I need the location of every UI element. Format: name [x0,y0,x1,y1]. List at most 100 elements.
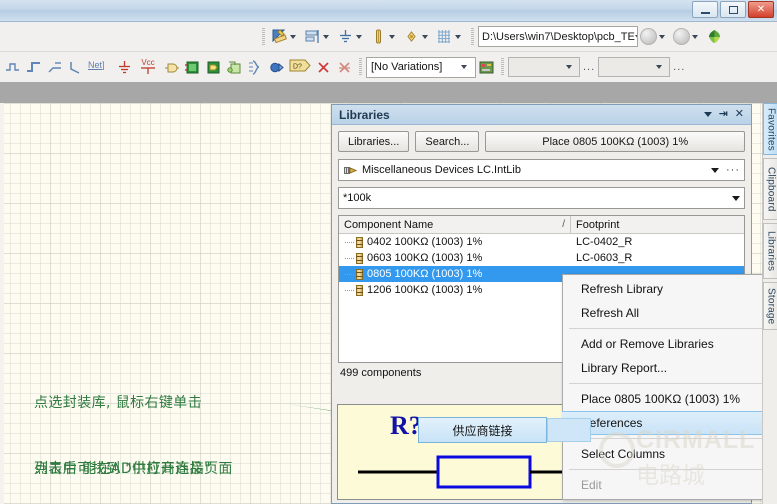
menu-item-label: Refresh All [581,306,640,320]
svg-text:D?: D? [293,63,302,70]
filter-combo-1-more[interactable]: ... [583,61,595,73]
place-harness-button[interactable] [246,55,265,79]
resistor-part-icon [370,28,387,45]
submenu-item-supplier-link[interactable]: 供应商链接 [418,417,547,443]
chevron-down-icon[interactable] [290,34,296,39]
toolbar-grip-3[interactable] [359,58,362,76]
column-header-footprint[interactable]: Footprint [571,216,744,233]
place-wire-button[interactable] [3,55,22,79]
chevron-down-icon[interactable] [323,34,329,39]
chevron-down-icon[interactable] [455,34,461,39]
toolbar-primary: D:\Users\win7\Desktop\pcb_TE [0,22,777,52]
chevron-down-icon[interactable] [389,34,395,39]
side-tab-libraries[interactable]: Libraries [763,223,777,279]
maximize-button[interactable] [720,1,746,18]
component-designator-label: R? [390,411,422,440]
toolbar-utilities-component[interactable] [369,25,400,49]
cell-component-name: 0603 100KΩ (1003) 1% [339,250,571,266]
cell-component-name: 1206 100KΩ (1003) 1% [339,282,571,298]
bus-entry-icon [46,59,63,76]
toolbar-utilities-alignment[interactable] [303,25,334,49]
chevron-down-icon[interactable] [711,167,719,173]
place-vcc-button[interactable]: Vcc [136,55,160,79]
chevron-down-icon[interactable] [656,65,663,69]
pcb-board-button[interactable] [477,55,496,79]
chevron-down-icon[interactable] [692,34,698,39]
library-selector[interactable]: Miscellaneous Devices LC.IntLib ··· [338,159,745,181]
context-menu-item[interactable]: Add or Remove Libraries [563,332,776,356]
menu-item-label: Select Columns [581,447,666,461]
toolbar-grip[interactable] [262,27,265,46]
toolbar-utilities-drawing[interactable] [270,25,301,49]
filter-combo-2-more[interactable]: ... [673,61,685,73]
chevron-down-icon[interactable] [659,34,665,39]
place-bus-entry-button[interactable] [45,55,64,79]
place-line-button[interactable] [66,55,85,79]
place-gnd-button[interactable] [115,55,134,79]
table-row[interactable]: 0402 100KΩ (1003) 1% LC-0402_R [339,234,744,250]
pin-panel-icon[interactable]: ⇥ [719,109,728,120]
side-tab-storage[interactable]: Storage [763,282,777,330]
bus-icon [25,59,42,76]
place-net-label-button[interactable]: Net] [87,55,113,79]
chevron-down-icon[interactable] [634,34,637,39]
sheet-symbol-icon [184,59,201,76]
context-menu-item[interactable]: Place 0805 100KΩ (1003) 1% [563,387,776,411]
chevron-down-icon[interactable] [461,65,467,69]
chevron-down-icon[interactable] [356,34,362,39]
navigate-forward-button[interactable] [672,25,703,49]
close-panel-icon[interactable]: ✕ [735,109,744,120]
place-bus-button[interactable] [24,55,43,79]
place-part-button[interactable] [162,55,181,79]
project-path-field[interactable]: D:\Users\win7\Desktop\pcb_TE [478,26,638,47]
cell-footprint: LC-0402_R [576,236,633,248]
chevron-down-icon[interactable] [732,195,740,201]
column-header-label: Footprint [576,218,620,231]
component-filter-input[interactable]: *100k [338,187,745,209]
place-no-erc-button[interactable] [314,55,333,79]
context-menu-item[interactable]: Select Columns [563,442,776,466]
table-row[interactable]: 0603 100KΩ (1003) 1% LC-0603_R [339,250,744,266]
port-icon [268,59,285,76]
minimize-button[interactable] [692,1,718,18]
navigate-back-button[interactable] [639,25,670,49]
close-button[interactable]: ✕ [748,1,774,18]
toolbar-grip-2[interactable] [471,27,474,46]
context-menu-item[interactable]: References [562,411,777,435]
toolbar-utilities-power[interactable] [336,25,367,49]
place-sheet-symbol-button[interactable] [183,55,202,79]
context-menu-item[interactable]: Refresh All [563,301,776,325]
no-erc-x-icon [315,59,332,76]
chevron-down-icon[interactable] [566,65,572,69]
place-compile-mask-button[interactable] [335,55,354,79]
toolbar-grid-selector[interactable] [435,25,466,49]
submenu-backdrop [547,418,591,442]
chevron-down-icon[interactable] [422,34,428,39]
context-menu-items: Refresh Library Refresh All Add or Remove … [562,277,777,497]
library-options-ellipsis[interactable]: ··· [726,164,740,176]
place-port-button[interactable] [267,55,286,79]
side-tab-favorites[interactable]: Favorites [763,103,777,155]
context-menu[interactable]: Refresh Library Refresh All Add or Remove … [562,274,777,500]
libraries-button[interactable]: Libraries... [338,131,410,152]
place-designator-button[interactable]: D? [288,55,312,79]
place-sheet-entry-button[interactable] [204,55,223,79]
filter-combo-2[interactable] [598,57,671,77]
component-name-label: 0805 100KΩ (1003) 1% [367,268,483,280]
panel-dropdown-icon[interactable] [703,112,712,117]
variations-select[interactable]: [No Variations] [366,56,476,78]
filter-combo-1[interactable] [508,57,580,77]
altium-vault-button[interactable] [705,25,724,49]
toolbar-utilities-pin[interactable] [402,25,433,49]
side-tab-clipboard[interactable]: Clipboard [763,158,777,220]
gnd-power-port-icon [116,59,133,76]
search-button[interactable]: Search... [415,131,480,152]
context-menu-item[interactable]: Refresh Library [563,277,776,301]
place-component-button[interactable]: Place 0805 100KΩ (1003) 1% [485,131,745,152]
place-device-sheet-button[interactable] [225,55,244,79]
context-menu-item[interactable]: Library Report... [563,356,776,380]
tree-line-icon [343,234,356,250]
compile-mask-x-icon [336,59,353,76]
toolbar-grip-4[interactable] [501,58,504,76]
column-header-component-name[interactable]: Component Name / [339,216,571,233]
